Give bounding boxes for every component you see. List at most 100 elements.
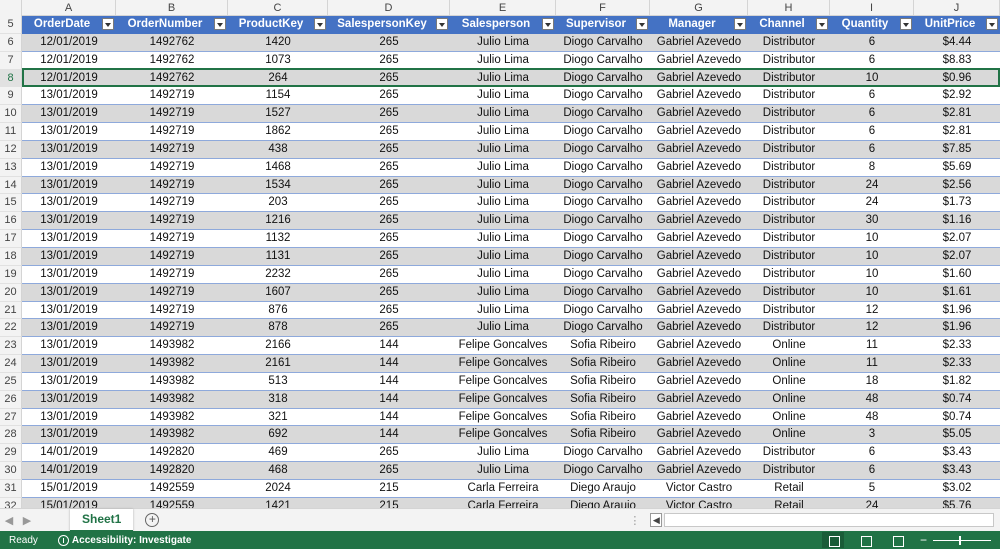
cell-channel[interactable]: Distributor [748,462,830,480]
normal-view-icon[interactable] [822,532,844,548]
cell-productkey[interactable]: 2161 [228,355,328,373]
cell-salesperson[interactable]: Felipe Goncalves [450,372,556,391]
cell-orderdate[interactable]: 13/01/2019 [22,355,116,373]
cell-unitprice[interactable]: $7.85 [914,140,1000,159]
cell-salesperson[interactable]: Julio Lima [450,301,556,320]
cell-productkey[interactable]: 692 [228,426,328,445]
column-letter[interactable]: G [650,0,748,16]
cell-quantity[interactable]: 3 [830,426,914,445]
cell-salespersonkey[interactable]: 265 [328,212,450,231]
row-number[interactable]: 18 [0,247,22,266]
horizontal-scrollbar[interactable] [664,513,995,527]
cell-salespersonkey[interactable]: 144 [328,337,450,356]
cell-quantity[interactable]: 12 [830,301,914,320]
cell-supervisor[interactable]: Diogo Carvalho [556,194,650,213]
cell-quantity[interactable]: 48 [830,390,914,409]
cell-productkey[interactable]: 264 [228,69,328,88]
row-number[interactable]: 26 [0,390,22,409]
cell-ordernumber[interactable]: 1492719 [116,319,228,338]
row-number[interactable]: 30 [0,462,22,480]
cell-salespersonkey[interactable]: 265 [328,230,450,248]
cell-salespersonkey[interactable]: 265 [328,444,450,463]
cell-productkey[interactable]: 513 [228,372,328,391]
cell-supervisor[interactable]: Diogo Carvalho [556,319,650,338]
cell-productkey[interactable]: 1534 [228,176,328,195]
cell-quantity[interactable]: 24 [830,194,914,213]
column-header[interactable]: OrderNumber [116,16,228,34]
cell-manager[interactable]: Gabriel Azevedo [650,51,748,70]
cell-channel[interactable]: Distributor [748,265,830,284]
cell-ordernumber[interactable]: 1492719 [116,140,228,159]
cell-salesperson[interactable]: Julio Lima [450,105,556,124]
cell-productkey[interactable]: 1132 [228,230,328,248]
row-number[interactable]: 23 [0,337,22,356]
cell-channel[interactable]: Distributor [748,140,830,159]
cell-productkey[interactable]: 2024 [228,479,328,498]
cell-productkey[interactable]: 2232 [228,265,328,284]
row-number[interactable]: 9 [0,87,22,106]
cell-unitprice[interactable]: $1.73 [914,194,1000,213]
cell-salesperson[interactable]: Julio Lima [450,123,556,141]
cell-channel[interactable]: Distributor [748,247,830,266]
cell-supervisor[interactable]: Diogo Carvalho [556,87,650,106]
cell-unitprice[interactable]: $4.44 [914,33,1000,52]
cell-orderdate[interactable]: 13/01/2019 [22,123,116,141]
cell-manager[interactable]: Gabriel Azevedo [650,337,748,356]
row-number[interactable]: 25 [0,372,22,391]
cell-salesperson[interactable]: Felipe Goncalves [450,355,556,373]
cell-ordernumber[interactable]: 1492820 [116,462,228,480]
cell-unitprice[interactable]: $2.33 [914,355,1000,373]
cell-supervisor[interactable]: Diogo Carvalho [556,158,650,177]
cell-quantity[interactable]: 8 [830,158,914,177]
cell-unitprice[interactable]: $1.96 [914,301,1000,320]
cell-ordernumber[interactable]: 1492762 [116,51,228,70]
dropdown-filter-icon[interactable] [734,18,746,30]
cell-salespersonkey[interactable]: 144 [328,408,450,427]
column-header[interactable]: Quantity [830,16,914,34]
column-header[interactable]: OrderDate [22,16,116,34]
cell-unitprice[interactable]: $1.61 [914,283,1000,302]
cell-salespersonkey[interactable]: 265 [328,176,450,195]
cell-supervisor[interactable]: Diogo Carvalho [556,51,650,70]
cell-orderdate[interactable]: 12/01/2019 [22,51,116,70]
column-letter[interactable]: A [22,0,116,16]
cell-manager[interactable]: Gabriel Azevedo [650,462,748,480]
cell-salesperson[interactable]: Julio Lima [450,212,556,231]
column-letter[interactable]: I [830,0,914,16]
dropdown-filter-icon[interactable] [636,18,648,30]
row-number[interactable]: 32 [0,497,22,508]
cell-salesperson[interactable]: Julio Lima [450,462,556,480]
cell-ordernumber[interactable]: 1492719 [116,158,228,177]
cell-manager[interactable]: Gabriel Azevedo [650,426,748,445]
cell-orderdate[interactable]: 13/01/2019 [22,176,116,195]
cell-orderdate[interactable]: 13/01/2019 [22,87,116,106]
column-header[interactable]: UnitPrice [914,16,1000,34]
cell-supervisor[interactable]: Diogo Carvalho [556,105,650,124]
cell-quantity[interactable]: 6 [830,462,914,480]
cell-ordernumber[interactable]: 1493982 [116,390,228,409]
cell-unitprice[interactable]: $2.56 [914,176,1000,195]
cell-salespersonkey[interactable]: 265 [328,69,450,88]
row-number[interactable]: 31 [0,479,22,498]
cell-channel[interactable]: Distributor [748,33,830,52]
accessibility-status[interactable]: Accessibility: Investigate [57,534,191,546]
zoom-slider[interactable] [933,535,991,545]
cell-salesperson[interactable]: Julio Lima [450,69,556,88]
cell-salespersonkey[interactable]: 215 [328,497,450,508]
cell-ordernumber[interactable]: 1492719 [116,247,228,266]
cell-orderdate[interactable]: 13/01/2019 [22,265,116,284]
cell-salespersonkey[interactable]: 265 [328,265,450,284]
cell-orderdate[interactable]: 13/01/2019 [22,283,116,302]
cell-quantity[interactable]: 10 [830,247,914,266]
row-number[interactable]: 12 [0,140,22,159]
cell-orderdate[interactable]: 13/01/2019 [22,319,116,338]
cell-salesperson[interactable]: Julio Lima [450,444,556,463]
cell-channel[interactable]: Distributor [748,194,830,213]
cell-orderdate[interactable]: 13/01/2019 [22,426,116,445]
cell-quantity[interactable]: 12 [830,319,914,338]
row-number[interactable]: 11 [0,123,22,141]
page-break-icon[interactable] [886,532,908,548]
cell-ordernumber[interactable]: 1492719 [116,87,228,106]
cell-unitprice[interactable]: $2.33 [914,337,1000,356]
cell-orderdate[interactable]: 13/01/2019 [22,337,116,356]
